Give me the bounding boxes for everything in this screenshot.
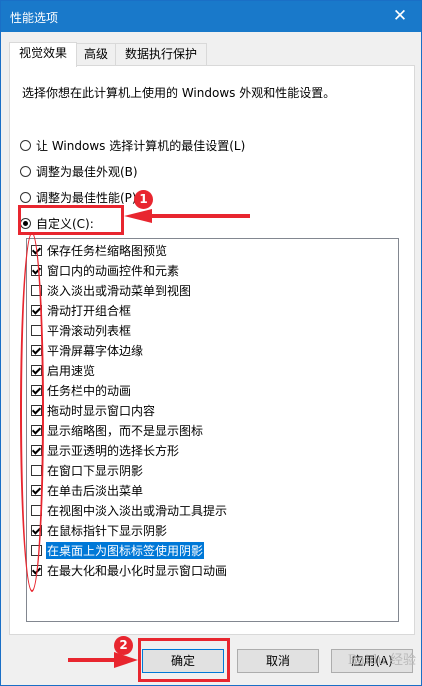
effect-item[interactable]: 在最大化和最小化时显示窗口动画 xyxy=(31,561,228,579)
close-button[interactable]: ✕ xyxy=(379,1,421,32)
effect-item[interactable]: 在单击后淡出菜单 xyxy=(31,481,144,499)
annotation-ok-highlight xyxy=(138,638,230,682)
effect-item[interactable]: 滑动打开组合框 xyxy=(31,301,132,319)
tab-visual-effects[interactable]: 视觉效果 xyxy=(9,42,77,67)
watermark: Baidu 经验 xyxy=(347,653,416,668)
radio-label: 调整为最佳外观(B) xyxy=(36,164,138,179)
performance-options-window: 性能选项 ✕ 视觉效果 高级 数据执行保护 选择你想在此计算机上使用的 Wind… xyxy=(0,0,422,686)
annotation-arrow-2 xyxy=(68,652,138,668)
radio-let-windows-choose[interactable]: 让 Windows 选择计算机的最佳设置(L) xyxy=(20,136,245,154)
effect-item[interactable]: 保存任务栏缩略图预览 xyxy=(31,241,168,259)
effect-item-highlighted[interactable]: 在桌面上为图标标签使用阴影 xyxy=(31,541,205,559)
title-bar: 性能选项 ✕ xyxy=(1,1,421,32)
radio-best-performance[interactable]: 调整为最佳性能(P) xyxy=(20,188,137,206)
effect-item[interactable]: 平滑屏幕字体边缘 xyxy=(31,341,144,359)
effect-item[interactable]: 在鼠标指针下显示阴影 xyxy=(31,521,168,539)
effect-item[interactable]: 显示亚透明的选择长方形 xyxy=(31,441,180,459)
effect-item[interactable]: 淡入淡出或滑动菜单到视图 xyxy=(31,281,192,299)
effect-item[interactable]: 拖动时显示窗口内容 xyxy=(31,401,156,419)
radio-label: 让 Windows 选择计算机的最佳设置(L) xyxy=(36,138,246,153)
effects-list[interactable]: 保存任务栏缩略图预览 窗口内的动画控件和元素 淡入淡出或滑动菜单到视图 滑动打开… xyxy=(26,238,399,622)
radio-circle[interactable] xyxy=(20,165,31,177)
annotation-custom-highlight xyxy=(18,205,124,235)
effect-item[interactable]: 平滑滚动列表框 xyxy=(31,321,132,339)
description-text: 选择你想在此计算机上使用的 Windows 外观和性能设置。 xyxy=(22,86,336,100)
annotation-arrow-1 xyxy=(124,209,250,223)
visual-effects-panel: 选择你想在此计算机上使用的 Windows 外观和性能设置。 让 Windows… xyxy=(9,65,415,635)
effect-item[interactable]: 显示缩略图，而不是显示图标 xyxy=(31,421,204,439)
radio-circle[interactable] xyxy=(20,191,31,203)
cancel-button[interactable]: 取消 xyxy=(237,649,319,673)
radio-circle[interactable] xyxy=(20,139,31,151)
effect-item[interactable]: 任务栏中的动画 xyxy=(31,381,132,399)
tab-dep[interactable]: 数据执行保护 xyxy=(115,43,207,66)
tab-strip: 视觉效果 高级 数据执行保护 xyxy=(9,42,413,67)
annotation-checkbox-ellipse xyxy=(20,232,44,592)
effect-item[interactable]: 在窗口下显示阴影 xyxy=(31,461,144,479)
window-title: 性能选项 xyxy=(10,11,59,25)
radio-best-appearance[interactable]: 调整为最佳外观(B) xyxy=(20,162,138,180)
effect-item[interactable]: 在视图中淡入淡出或滑动工具提示 xyxy=(31,501,228,519)
effect-item[interactable]: 窗口内的动画控件和元素 xyxy=(31,261,180,279)
tab-advanced[interactable]: 高级 xyxy=(76,43,116,66)
